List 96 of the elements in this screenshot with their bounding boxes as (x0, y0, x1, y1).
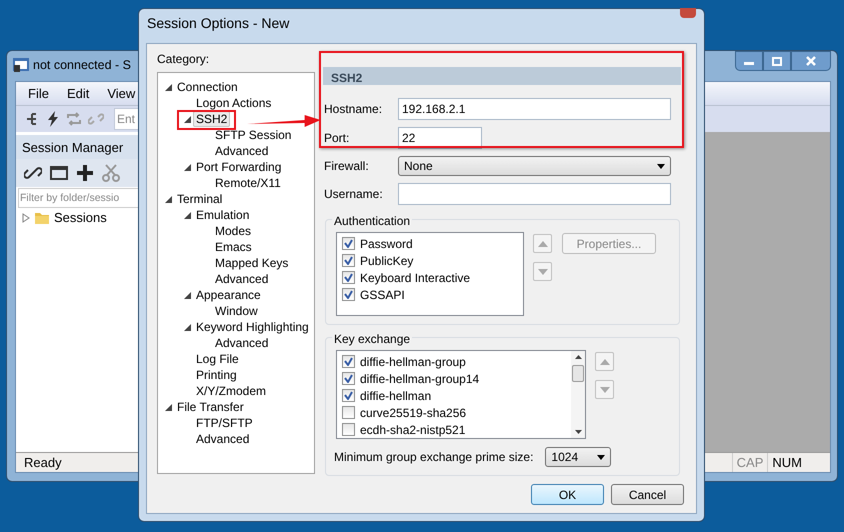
checkbox-label: diffie-hellman (360, 388, 432, 404)
expand-triangle-icon[interactable] (184, 324, 190, 330)
input-field[interactable]: 22 (398, 127, 482, 149)
tree-item[interactable]: Sessions (54, 208, 107, 228)
checkbox[interactable] (342, 372, 355, 385)
down-arrow-icon (538, 268, 548, 274)
category-item[interactable]: Connection (174, 79, 241, 95)
checkbox[interactable] (342, 288, 355, 301)
category-item[interactable]: Port Forwarding (193, 159, 284, 175)
close-button[interactable] (791, 51, 831, 71)
expand-triangle-icon[interactable] (184, 164, 190, 170)
checkbox-label: diffie-hellman-group (360, 354, 466, 370)
checkbox-label: ecdh-sha2-nistp521 (360, 422, 466, 438)
checkbox[interactable] (342, 254, 355, 267)
checkbox-label: Keyboard Interactive (360, 270, 470, 286)
category-item[interactable]: Advanced (212, 335, 272, 351)
expand-triangle-icon[interactable] (184, 292, 190, 298)
menu-item[interactable]: File (28, 84, 49, 104)
checkbox[interactable] (342, 406, 355, 419)
annotation-box (177, 110, 236, 130)
window-title: not connected - S (33, 56, 131, 74)
dropdown-arrow-icon (597, 454, 606, 460)
category-item[interactable]: File Transfer (174, 399, 247, 415)
terminal-icon (13, 57, 29, 73)
scroll-thumb[interactable] (572, 365, 584, 382)
scroll-up-icon (574, 355, 582, 359)
menu-item[interactable]: View (107, 84, 136, 104)
cancel-button[interactable]: Cancel (611, 484, 684, 505)
status-indicator: CAP (732, 452, 768, 472)
expand-triangle-icon[interactable] (164, 404, 172, 410)
category-item[interactable]: Printing (193, 367, 240, 383)
field-label: Hostname: (323, 101, 384, 118)
checkbox-label: curve25519-sha256 (360, 404, 466, 422)
category-item[interactable]: Emulation (193, 207, 252, 223)
category-item[interactable]: Logon Actions (193, 95, 274, 111)
checkbox[interactable] (342, 271, 355, 284)
dialog-title: Session Options - New (146, 14, 290, 33)
field-label: Port: (323, 130, 350, 147)
prime-size-dropdown[interactable]: 1024 (545, 447, 612, 467)
checkbox[interactable] (342, 355, 355, 368)
checkbox-label: PublicKey (360, 252, 414, 270)
checkbox[interactable] (342, 423, 355, 436)
scrollbar[interactable] (571, 351, 585, 438)
checkbox-label: GSSAPI (360, 286, 405, 304)
section-header: SSH2 (323, 67, 681, 85)
category-item[interactable]: Modes (212, 223, 254, 239)
close-button[interactable] (680, 8, 696, 18)
field-label: Username: (323, 186, 384, 203)
dropdown-arrow-icon (657, 164, 665, 168)
firewall-dropdown[interactable]: None (398, 156, 671, 176)
ok-button[interactable]: OK (531, 484, 604, 505)
category-item[interactable]: Appearance (193, 287, 264, 303)
expand-triangle-icon[interactable] (184, 212, 190, 218)
field-label: Minimum group exchange prime size: (334, 449, 534, 466)
window-icon[interactable] (50, 165, 68, 181)
expand-triangle-icon[interactable] (164, 84, 172, 90)
link-icon[interactable] (24, 164, 42, 182)
category-item[interactable]: Remote/X11 (212, 175, 284, 191)
category-label: Category: (157, 51, 210, 68)
category-item[interactable]: FTP/SFTP (193, 415, 256, 431)
lightning-icon[interactable] (46, 111, 60, 127)
category-item[interactable]: Terminal (174, 191, 226, 207)
status-indicator: NUM (767, 452, 806, 472)
checkbox[interactable] (342, 237, 355, 250)
address-field[interactable]: Ent (114, 108, 140, 130)
category-item[interactable]: Keyword Highlighting (193, 319, 312, 335)
minimize-button[interactable] (735, 51, 763, 71)
category-item[interactable]: Advanced (212, 143, 272, 159)
category-item[interactable]: Advanced (212, 271, 272, 287)
category-item[interactable]: Log File (193, 351, 242, 367)
checkbox-label: Password (360, 236, 413, 252)
close-icon (806, 56, 816, 66)
scroll-down-icon (574, 430, 582, 434)
checkbox[interactable] (342, 389, 355, 402)
category-item[interactable]: X/Y/Zmodem (193, 383, 270, 399)
checkbox-label: diffie-hellman-group14 (360, 370, 480, 388)
maximize-button[interactable] (763, 51, 791, 71)
expand-triangle-icon[interactable] (184, 116, 190, 122)
input-field[interactable] (398, 183, 671, 205)
maximize-icon (772, 56, 782, 66)
category-item[interactable]: Advanced (193, 431, 252, 447)
plus-icon[interactable] (76, 164, 94, 182)
input-field[interactable]: 192.168.2.1 (398, 98, 671, 120)
up-arrow-icon (600, 358, 610, 364)
expand-triangle-icon[interactable] (164, 196, 172, 202)
field-label: Firewall: (323, 158, 370, 175)
status-text: Ready (24, 454, 62, 472)
up-arrow-icon (538, 240, 548, 246)
category-item[interactable]: Emacs (212, 239, 255, 255)
down-arrow-icon (600, 386, 610, 392)
category-item[interactable]: Mapped Keys (212, 255, 292, 271)
filter-field[interactable]: Filter by folder/sessio (18, 188, 138, 208)
menu-item[interactable]: Edit (66, 84, 90, 104)
folder-icon (34, 210, 50, 226)
category-item[interactable]: SSH2 (193, 111, 230, 127)
category-item[interactable]: Window (212, 303, 261, 319)
